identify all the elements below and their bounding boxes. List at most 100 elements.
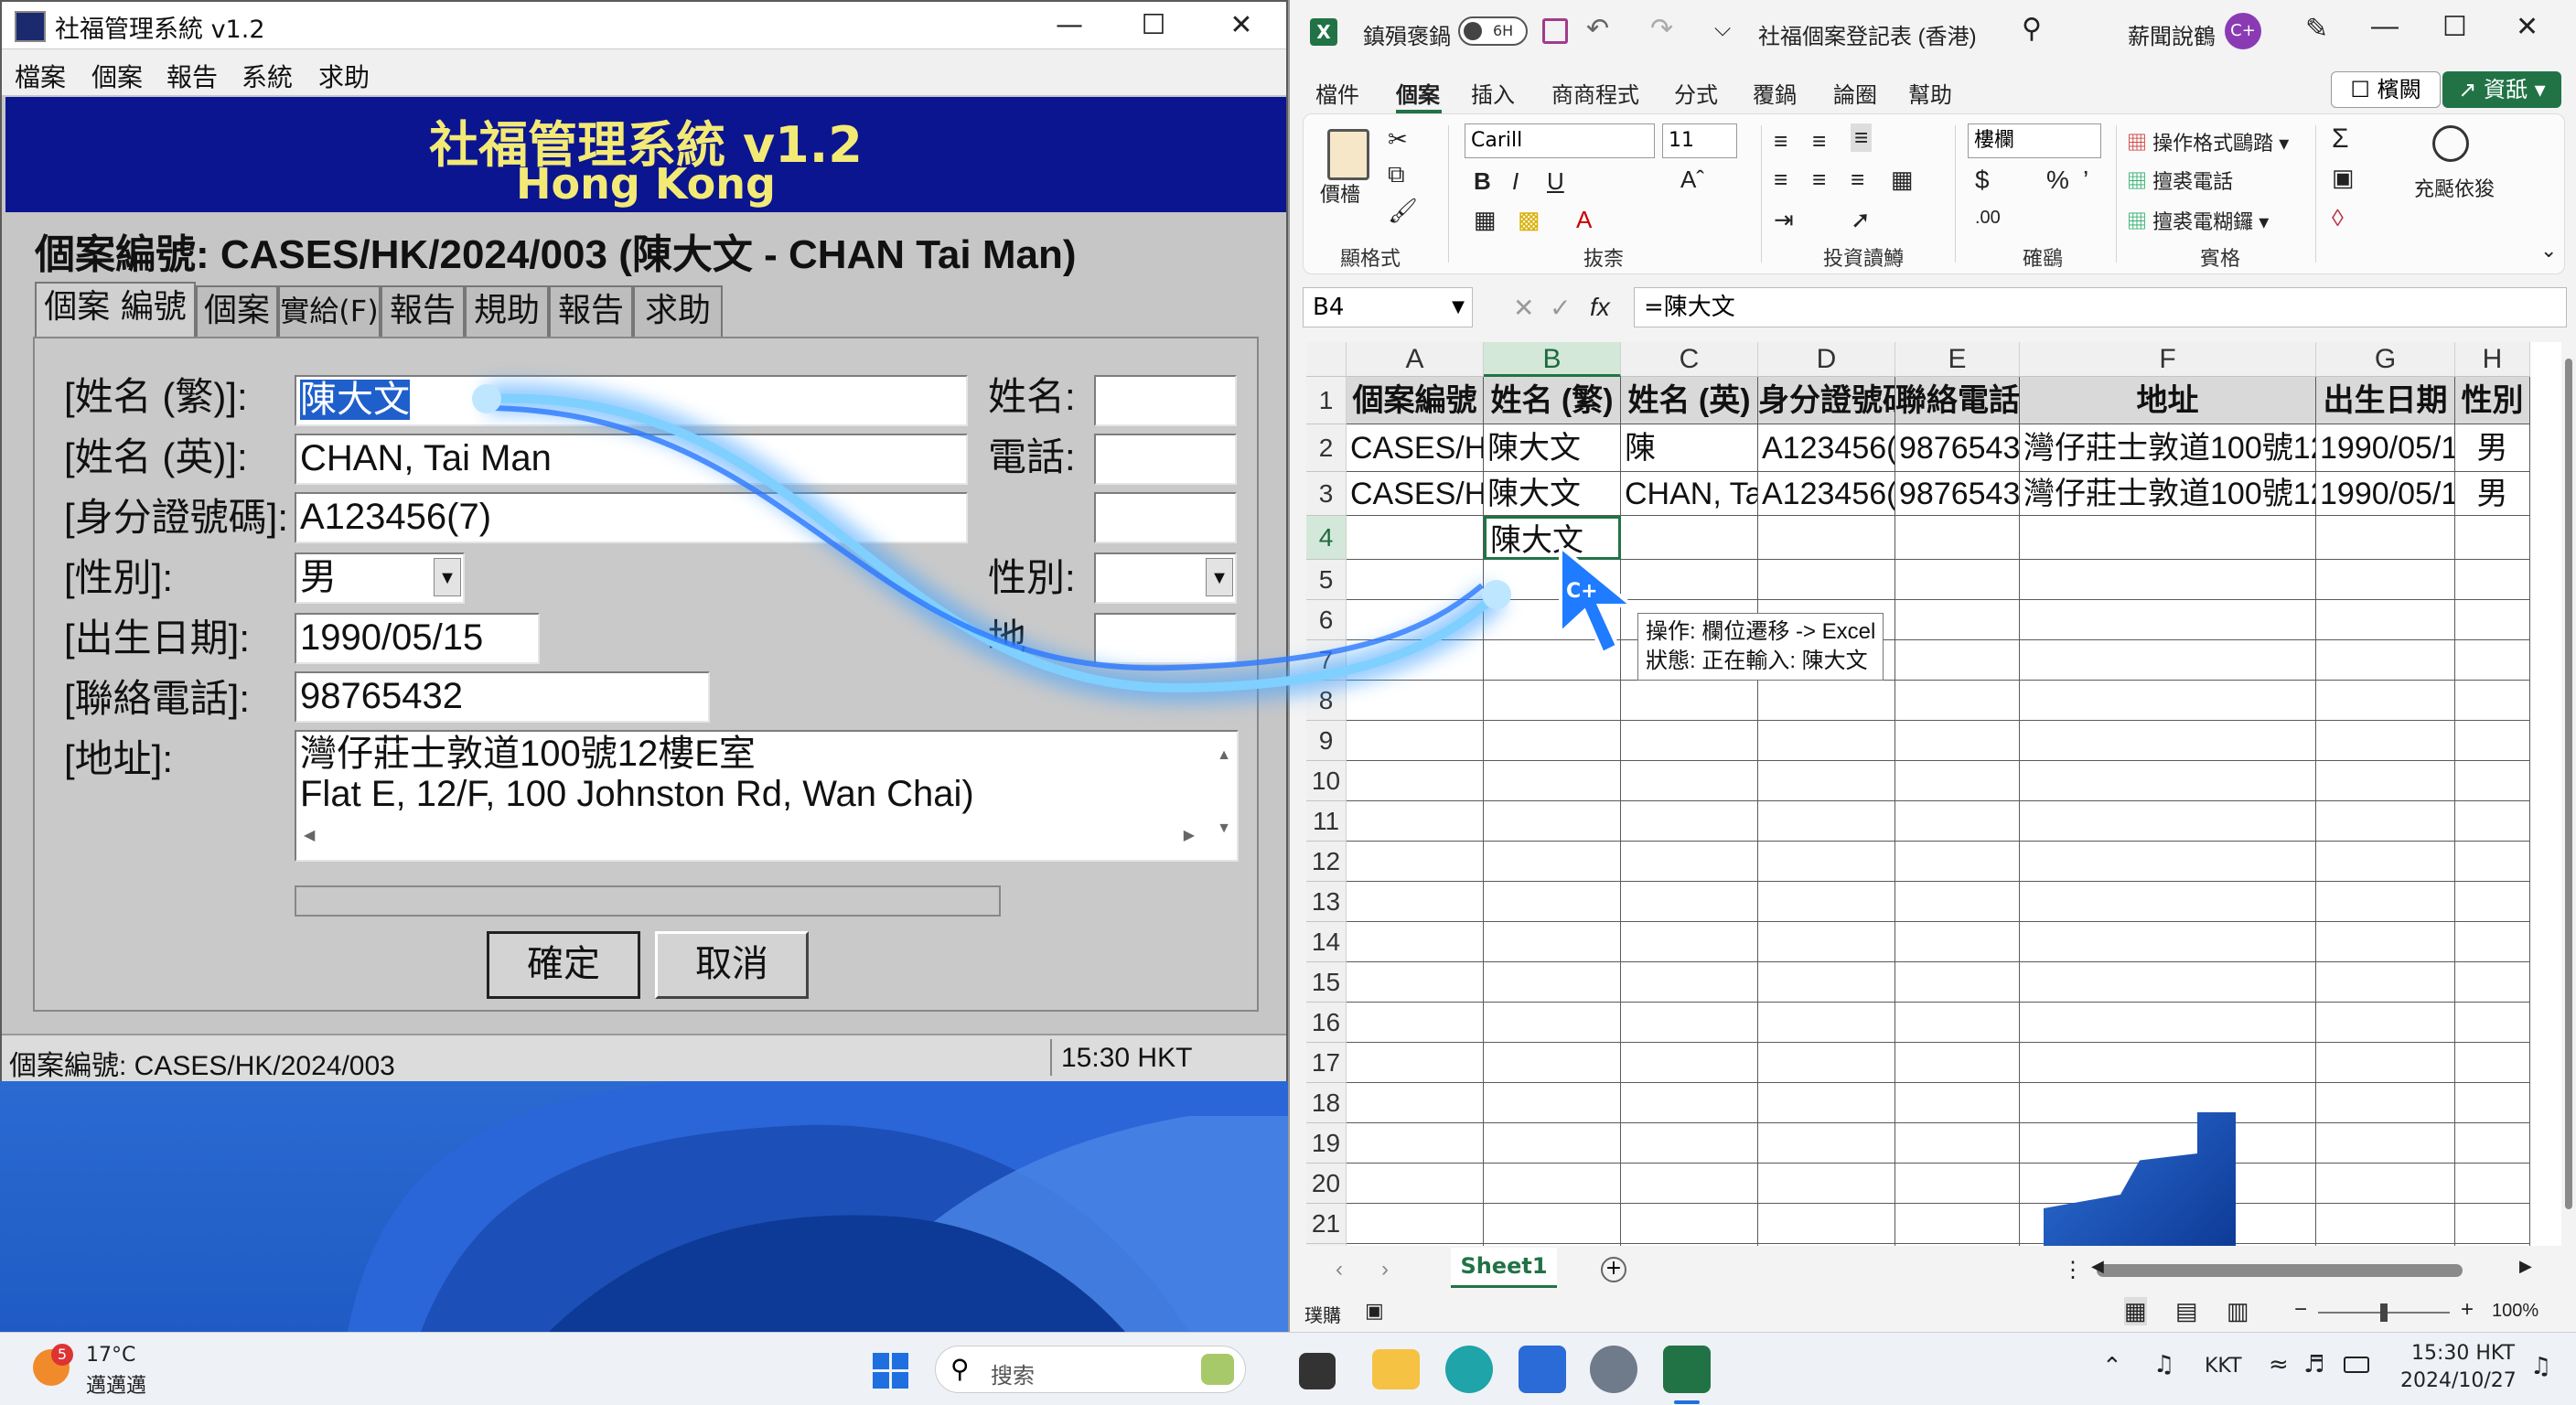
pen-icon[interactable]: ✎ — [2305, 13, 2328, 45]
normal-view-icon[interactable]: ▦ — [2124, 1297, 2147, 1325]
empty-cell[interactable] — [1347, 842, 1484, 882]
header-cell[interactable]: 姓名 (繁) — [1484, 377, 1621, 424]
scroll-up-icon[interactable]: ▲ — [1217, 735, 1231, 776]
tab-help[interactable]: 求助 — [633, 285, 723, 337]
empty-cell[interactable] — [1347, 721, 1484, 761]
undo-icon[interactable]: ↶ — [1586, 13, 1609, 45]
table-cell[interactable]: 1990/05/15 — [2316, 424, 2455, 472]
indent-icon[interactable]: ⇥ — [1774, 206, 1794, 234]
column-header-E[interactable]: E — [1895, 342, 2020, 377]
scroll-left-icon[interactable]: ◀ — [2091, 1257, 2104, 1276]
empty-cell[interactable] — [1347, 681, 1484, 721]
tab-formulas[interactable]: 分式 — [1674, 77, 1718, 109]
tab-benefits[interactable]: 實給(F) — [278, 285, 381, 337]
column-header-F[interactable]: F — [2020, 342, 2316, 377]
empty-cell[interactable] — [1895, 1244, 2020, 1246]
row-header-21[interactable]: 21 — [1306, 1204, 1347, 1244]
empty-cell[interactable] — [1758, 1164, 1895, 1204]
empty-cell[interactable] — [1895, 681, 2020, 721]
italic-icon[interactable]: I — [1512, 167, 1519, 196]
row-header-3[interactable]: 3 — [1306, 472, 1347, 516]
dropdown-arrow-icon[interactable]: ▼ — [434, 558, 461, 596]
clock-date[interactable]: 2024/10/27 — [2400, 1369, 2517, 1392]
empty-cell[interactable] — [1758, 1123, 1895, 1164]
empty-cell[interactable] — [1347, 1003, 1484, 1043]
edge-icon[interactable] — [1445, 1346, 1493, 1393]
column-header-D[interactable]: D — [1758, 342, 1895, 377]
empty-cell[interactable] — [1895, 842, 2020, 882]
empty-cell[interactable] — [2455, 922, 2530, 962]
empty-cell[interactable] — [2316, 1123, 2455, 1164]
formula-input[interactable]: =陳大文 — [1634, 287, 2567, 327]
table-cell[interactable]: CASES/HK — [1347, 424, 1484, 472]
empty-cell[interactable] — [1347, 922, 1484, 962]
empty-cell[interactable] — [2316, 560, 2455, 600]
empty-cell[interactable] — [1895, 922, 2020, 962]
comments-button[interactable]: ☐ 檳闕 — [2331, 71, 2441, 108]
underline-icon[interactable]: U — [1547, 167, 1564, 196]
empty-cell[interactable] — [2316, 842, 2455, 882]
cell-styles-item[interactable]: ▦ 擅裘電糊鑼 ▾ — [2127, 206, 2269, 235]
microphone-icon[interactable]: ♫ — [2153, 1351, 2174, 1378]
next-sheet-icon[interactable]: › — [1381, 1257, 1389, 1282]
zoom-slider[interactable] — [2318, 1303, 2450, 1322]
empty-cell[interactable] — [1484, 721, 1621, 761]
empty-cell[interactable] — [1895, 721, 2020, 761]
fill-color-icon[interactable]: ▩ — [1518, 206, 1540, 234]
qat-more-icon[interactable]: ⌵ — [1714, 16, 1731, 42]
vertical-scrollbar[interactable] — [2561, 342, 2576, 1246]
bold-icon[interactable]: B — [1474, 167, 1491, 196]
empty-cell[interactable] — [1484, 1003, 1621, 1043]
zoom-out-icon[interactable]: − — [2294, 1297, 2307, 1323]
row-header-10[interactable]: 10 — [1306, 761, 1347, 801]
confirm-entry-icon[interactable]: ✓ — [1550, 293, 1571, 323]
scroll-thumb[interactable] — [2565, 359, 2572, 1209]
menu-help[interactable]: 求助 — [318, 58, 370, 94]
table-cell[interactable] — [1895, 516, 2020, 560]
row-header-11[interactable]: 11 — [1306, 801, 1347, 842]
header-cell[interactable]: 聯絡電話 — [1895, 377, 2020, 424]
empty-cell[interactable] — [1347, 600, 1484, 640]
language-indicator[interactable]: KKT — [2205, 1355, 2242, 1378]
tab-help[interactable]: 幫助 — [1908, 77, 1952, 109]
empty-cell[interactable] — [1484, 681, 1621, 721]
empty-cell[interactable] — [2455, 801, 2530, 842]
empty-cell[interactable] — [1895, 801, 2020, 842]
grow-font-icon[interactable]: Aˆ — [1680, 166, 1704, 194]
empty-cell[interactable] — [1347, 1043, 1484, 1083]
table-cell[interactable] — [2316, 516, 2455, 560]
empty-cell[interactable] — [1758, 842, 1895, 882]
table-cell[interactable] — [1347, 516, 1484, 560]
empty-cell[interactable] — [2020, 882, 2316, 922]
empty-cell[interactable] — [2020, 681, 2316, 721]
header-cell[interactable]: 個案編號 — [1347, 377, 1484, 424]
align-top-icon[interactable]: ≡ — [1774, 127, 1787, 156]
empty-cell[interactable] — [2455, 721, 2530, 761]
copy-icon[interactable]: ⧉ — [1388, 160, 1405, 189]
weather-desc[interactable]: 邁邁邁 — [86, 1369, 146, 1399]
weather-temp[interactable]: 17°C — [86, 1344, 135, 1367]
find-label[interactable]: 充颳依狻 — [2414, 173, 2495, 202]
table-cell[interactable]: A123456(7) — [1758, 472, 1895, 516]
dob-field[interactable]: 1990/05/15 — [295, 613, 540, 664]
spreadsheet-grid[interactable]: ABCDEFGH 1個案編號姓名 (繁)姓名 (英)身分證號碼聯絡電話地址出生日期… — [1306, 342, 2561, 1246]
align-bottom-icon[interactable]: ≡ — [1851, 123, 1873, 152]
row-header-7[interactable]: 7 — [1306, 640, 1347, 681]
comma-icon[interactable]: ’ — [2083, 166, 2088, 195]
align-center-icon[interactable]: ≡ — [1812, 166, 1826, 194]
tray-overflow-icon[interactable]: ⌃ — [2102, 1353, 2122, 1380]
empty-cell[interactable] — [2316, 600, 2455, 640]
settings-icon[interactable] — [1590, 1346, 1637, 1393]
empty-cell[interactable] — [1347, 1244, 1484, 1246]
row-header-18[interactable]: 18 — [1306, 1083, 1347, 1123]
empty-cell[interactable] — [1484, 761, 1621, 801]
task-view-icon[interactable] — [1299, 1353, 1336, 1389]
prev-sheet-icon[interactable]: ‹ — [1336, 1257, 1343, 1282]
orientation-icon[interactable]: ➚ — [1851, 206, 1871, 234]
scroll-right-icon[interactable]: ▶ — [1184, 816, 1195, 856]
zoom-level[interactable]: 100% — [2492, 1301, 2538, 1322]
empty-cell[interactable] — [1758, 1003, 1895, 1043]
header-cell[interactable]: 身分證號碼 — [1758, 377, 1895, 424]
table-cell[interactable] — [2020, 516, 2316, 560]
empty-cell[interactable] — [1347, 1204, 1484, 1244]
